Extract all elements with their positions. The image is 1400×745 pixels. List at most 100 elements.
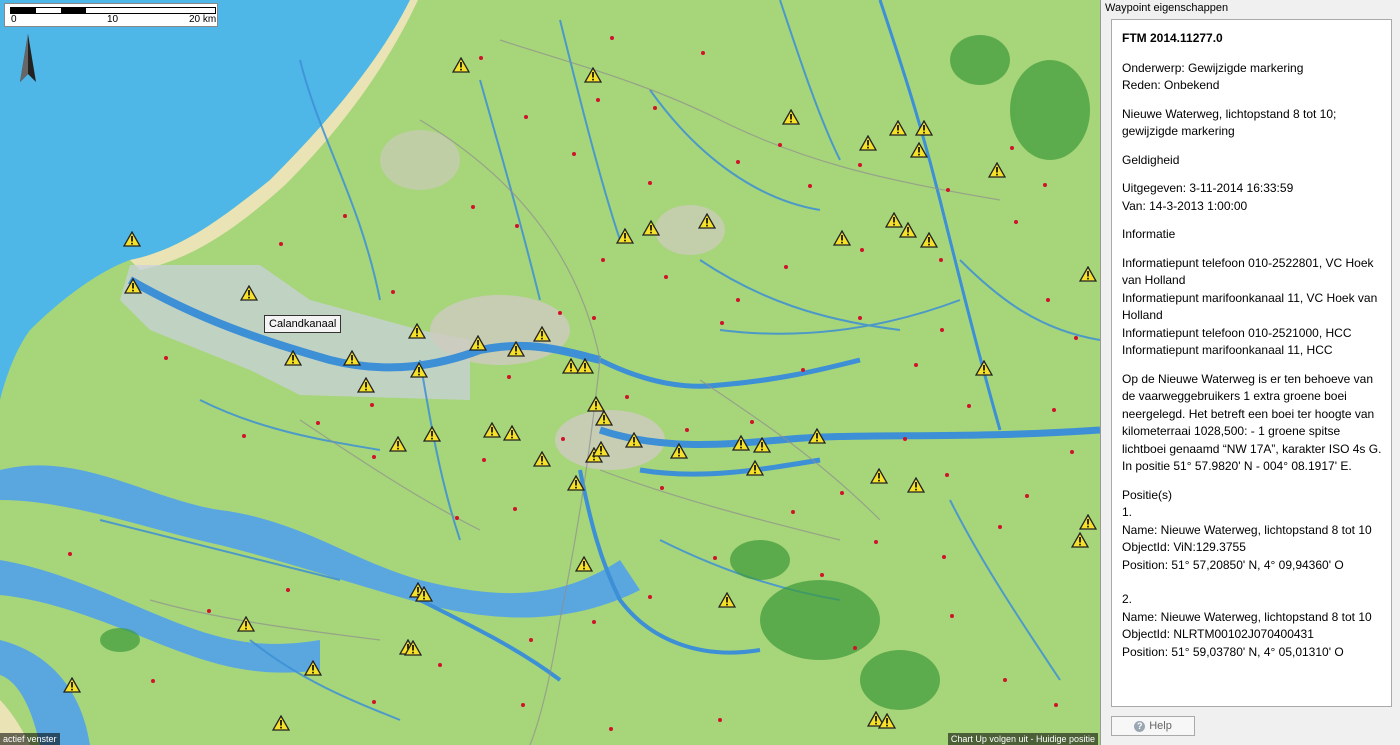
panel-content-box[interactable]: FTM 2014.11277.0 Onderwerp: Gewijzigde m…: [1111, 19, 1392, 707]
warning-triangle-icon[interactable]: [859, 135, 877, 151]
warning-triangle-icon[interactable]: [357, 377, 375, 393]
waypoint-dot[interactable]: [68, 552, 72, 556]
waypoint-dot[interactable]: [950, 614, 954, 618]
waypoint-dot[interactable]: [750, 420, 754, 424]
waypoint-dot[interactable]: [858, 316, 862, 320]
waypoint-dot[interactable]: [736, 298, 740, 302]
waypoint-dot[interactable]: [471, 205, 475, 209]
warning-triangle-icon[interactable]: [410, 362, 428, 378]
waypoint-dot[interactable]: [820, 573, 824, 577]
warning-triangle-icon[interactable]: [452, 57, 470, 73]
warning-triangle-icon[interactable]: [595, 410, 613, 426]
waypoint-dot[interactable]: [1043, 183, 1047, 187]
waypoint-dot[interactable]: [558, 311, 562, 315]
warning-triangle-icon[interactable]: [907, 477, 925, 493]
waypoint-dot[interactable]: [507, 375, 511, 379]
warning-triangle-icon[interactable]: [899, 222, 917, 238]
waypoint-dot[interactable]: [513, 507, 517, 511]
waypoint-dot[interactable]: [1070, 450, 1074, 454]
waypoint-dot[interactable]: [648, 595, 652, 599]
warning-triangle-icon[interactable]: [718, 592, 736, 608]
warning-triangle-icon[interactable]: [698, 213, 716, 229]
help-button[interactable]: ? Help: [1111, 716, 1195, 736]
warning-triangle-icon[interactable]: [670, 443, 688, 459]
waypoint-dot[interactable]: [701, 51, 705, 55]
warning-triangle-icon[interactable]: [123, 231, 141, 247]
warning-triangle-icon[interactable]: [988, 162, 1006, 178]
waypoint-dot[interactable]: [438, 663, 442, 667]
waypoint-dot[interactable]: [903, 437, 907, 441]
waypoint-dot[interactable]: [736, 160, 740, 164]
waypoint-dot[interactable]: [592, 620, 596, 624]
warning-triangle-icon[interactable]: [343, 350, 361, 366]
warning-triangle-icon[interactable]: [575, 556, 593, 572]
warning-triangle-icon[interactable]: [124, 278, 142, 294]
warning-triangle-icon[interactable]: [237, 616, 255, 632]
waypoint-dot[interactable]: [940, 328, 944, 332]
warning-triangle-icon[interactable]: [889, 120, 907, 136]
waypoint-dot[interactable]: [1010, 146, 1014, 150]
warning-triangle-icon[interactable]: [389, 436, 407, 452]
waypoint-dot[interactable]: [946, 188, 950, 192]
waypoint-dot[interactable]: [592, 316, 596, 320]
warning-triangle-icon[interactable]: [533, 451, 551, 467]
waypoint-dot[interactable]: [529, 638, 533, 642]
waypoint-dot[interactable]: [391, 290, 395, 294]
waypoint-dot[interactable]: [791, 510, 795, 514]
waypoint-dot[interactable]: [561, 437, 565, 441]
warning-triangle-icon[interactable]: [1079, 514, 1097, 530]
warning-triangle-icon[interactable]: [808, 428, 826, 444]
waypoint-dot[interactable]: [151, 679, 155, 683]
warning-triangle-icon[interactable]: [833, 230, 851, 246]
waypoint-dot[interactable]: [778, 143, 782, 147]
warning-triangle-icon[interactable]: [469, 335, 487, 351]
waypoint-dot[interactable]: [455, 516, 459, 520]
warning-triangle-icon[interactable]: [408, 323, 426, 339]
waypoint-dot[interactable]: [242, 434, 246, 438]
waypoint-dot[interactable]: [653, 106, 657, 110]
warning-triangle-icon[interactable]: [533, 326, 551, 342]
waypoint-dot[interactable]: [521, 703, 525, 707]
waypoint-dot[interactable]: [164, 356, 168, 360]
waypoint-dot[interactable]: [1054, 703, 1058, 707]
warning-triangle-icon[interactable]: [272, 715, 290, 731]
waypoint-dot[interactable]: [524, 115, 528, 119]
waypoint-dot[interactable]: [279, 242, 283, 246]
waypoint-dot[interactable]: [840, 491, 844, 495]
waypoint-dot[interactable]: [515, 224, 519, 228]
waypoint-dot[interactable]: [808, 184, 812, 188]
warning-triangle-icon[interactable]: [878, 713, 896, 729]
warning-triangle-icon[interactable]: [284, 350, 302, 366]
warning-triangle-icon[interactable]: [975, 360, 993, 376]
warning-triangle-icon[interactable]: [483, 422, 501, 438]
warning-triangle-icon[interactable]: [870, 468, 888, 484]
warning-triangle-icon[interactable]: [915, 120, 933, 136]
waypoint-dot[interactable]: [625, 395, 629, 399]
waypoint-dot[interactable]: [343, 214, 347, 218]
waypoint-dot[interactable]: [601, 258, 605, 262]
waypoint-dot[interactable]: [372, 700, 376, 704]
waypoint-dot[interactable]: [660, 486, 664, 490]
warning-triangle-icon[interactable]: [576, 358, 594, 374]
warning-triangle-icon[interactable]: [1079, 266, 1097, 282]
waypoint-dot[interactable]: [207, 609, 211, 613]
waypoint-dot[interactable]: [286, 588, 290, 592]
waypoint-dot[interactable]: [942, 555, 946, 559]
waypoint-dot[interactable]: [482, 458, 486, 462]
waypoint-dot[interactable]: [1052, 408, 1056, 412]
chart-map[interactable]: 0 10 20 km Calandkanaal actief venster C…: [0, 0, 1100, 745]
warning-triangle-icon[interactable]: [732, 435, 750, 451]
waypoint-dot[interactable]: [801, 368, 805, 372]
warning-triangle-icon[interactable]: [240, 285, 258, 301]
warning-triangle-icon[interactable]: [625, 432, 643, 448]
waypoint-dot[interactable]: [939, 258, 943, 262]
waypoint-dot[interactable]: [596, 98, 600, 102]
waypoint-dot[interactable]: [685, 428, 689, 432]
waypoint-dot[interactable]: [1003, 678, 1007, 682]
warning-triangle-icon[interactable]: [423, 426, 441, 442]
waypoint-dot[interactable]: [860, 248, 864, 252]
waypoint-dot[interactable]: [998, 525, 1002, 529]
warning-triangle-icon[interactable]: [304, 660, 322, 676]
waypoint-dot[interactable]: [1025, 494, 1029, 498]
warning-triangle-icon[interactable]: [592, 441, 610, 457]
